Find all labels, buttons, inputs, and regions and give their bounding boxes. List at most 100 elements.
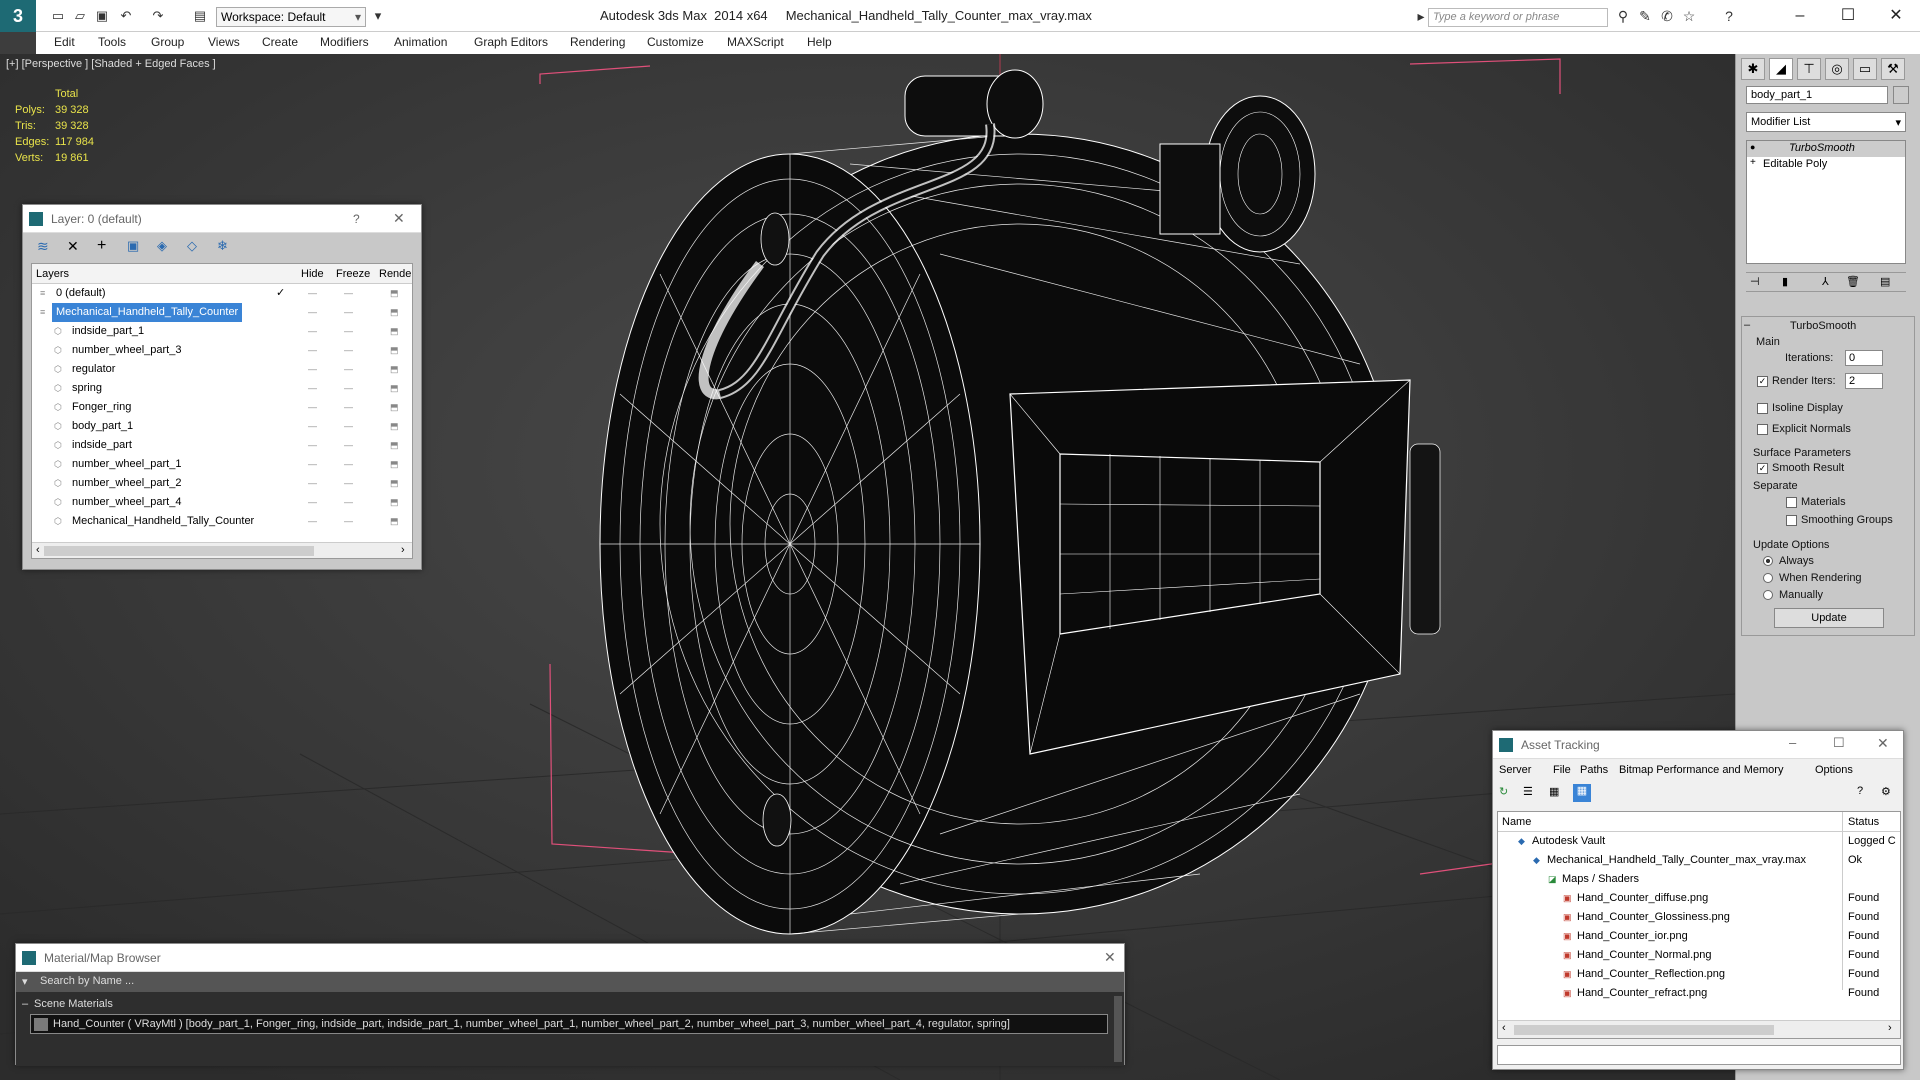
- hide-toggle[interactable]: —: [308, 322, 317, 341]
- layer-row[interactable]: ⬡ body_part_1 — — ⬒: [32, 417, 412, 436]
- expand-icon[interactable]: +: [1750, 157, 1756, 168]
- column-freeze[interactable]: Freeze: [336, 268, 370, 280]
- column-status[interactable]: Status: [1848, 816, 1879, 828]
- render-toggle[interactable]: ⬒: [390, 379, 399, 398]
- layer-name[interactable]: Mechanical_Handheld_Tally_Counter: [52, 303, 243, 322]
- menu-views[interactable]: Views: [208, 35, 240, 49]
- render-toggle[interactable]: ⬒: [390, 493, 399, 512]
- freeze-toggle[interactable]: —: [344, 455, 353, 474]
- render-toggle[interactable]: ⬒: [390, 417, 399, 436]
- menu-options[interactable]: Options: [1815, 764, 1853, 776]
- column-name[interactable]: Name: [1502, 816, 1531, 828]
- asset-row[interactable]: ▣ Hand_Counter_diffuse.png Found: [1498, 889, 1900, 908]
- layer-name[interactable]: Mechanical_Handheld_Tally_Counter: [68, 512, 258, 531]
- modifier-stack[interactable]: ● TurboSmooth + Editable Poly: [1746, 140, 1906, 264]
- maximize-icon[interactable]: ☐: [1833, 735, 1845, 751]
- menu-paths[interactable]: Paths: [1580, 764, 1608, 776]
- render-iters-spinner[interactable]: 2: [1845, 373, 1883, 389]
- asset-row[interactable]: ◆ Mechanical_Handheld_Tally_Counter_max_v…: [1498, 851, 1900, 870]
- render-iters-checkbox[interactable]: ✓: [1757, 376, 1768, 387]
- iterations-spinner[interactable]: 0: [1845, 350, 1883, 366]
- freeze-toggle[interactable]: —: [344, 417, 353, 436]
- options-menu-icon[interactable]: ▾: [22, 975, 28, 988]
- manually-radio[interactable]: [1763, 590, 1773, 600]
- list-view-icon[interactable]: ☰: [1523, 785, 1533, 798]
- freeze-all-icon[interactable]: ❄: [217, 238, 228, 254]
- scroll-left-icon[interactable]: ‹: [36, 544, 40, 556]
- select-objects-icon[interactable]: ▣: [127, 238, 139, 254]
- menu-bitmap-performance[interactable]: Bitmap Performance and Memory: [1619, 764, 1783, 776]
- asset-list[interactable]: Name Status ◆ Autodesk Vault Logged C ◆ Mech…: [1497, 811, 1901, 1039]
- scroll-thumb[interactable]: [1514, 1025, 1774, 1035]
- material-item[interactable]: Hand_Counter ( VRayMtl ) [body_part_1, F…: [30, 1014, 1108, 1034]
- asset-tracking-titlebar[interactable]: Asset Tracking – ☐ ✕: [1493, 731, 1903, 759]
- hierarchy-tab-icon[interactable]: ⊤: [1797, 58, 1821, 80]
- layer-row[interactable]: ⬡ Mechanical_Handheld_Tally_Counter — — ⬒: [32, 512, 412, 531]
- layer-name[interactable]: Fonger_ring: [68, 398, 135, 417]
- new-layer-icon[interactable]: ≋: [37, 238, 49, 255]
- freeze-toggle[interactable]: —: [344, 436, 353, 455]
- material-vscrollbar[interactable]: [1114, 996, 1122, 1062]
- settings-icon[interactable]: ⚙: [1881, 785, 1891, 798]
- save-icon[interactable]: ▣: [94, 8, 110, 24]
- stack-item-turbosmooth[interactable]: ● TurboSmooth: [1747, 141, 1905, 157]
- maximize-icon[interactable]: ☐: [1828, 4, 1868, 28]
- hide-toggle[interactable]: —: [308, 379, 317, 398]
- freeze-toggle[interactable]: —: [344, 398, 353, 417]
- smooth-result-checkbox[interactable]: ✓: [1757, 463, 1768, 474]
- menu-file[interactable]: File: [1553, 764, 1571, 776]
- binoculars-icon[interactable]: ⚲: [1614, 8, 1632, 26]
- layer-row[interactable]: ⬡ indside_part — — ⬒: [32, 436, 412, 455]
- close-icon[interactable]: ✕: [1876, 4, 1916, 28]
- current-layer-check-icon[interactable]: ✓: [276, 284, 285, 303]
- asset-row[interactable]: ▣ Hand_Counter_Reflection.png Found: [1498, 965, 1900, 984]
- layer-name[interactable]: indside_part_1: [68, 322, 148, 341]
- freeze-toggle[interactable]: —: [344, 303, 353, 322]
- scroll-thumb[interactable]: [44, 546, 314, 556]
- layer-row[interactable]: ≡ 0 (default) ✓ — — ⬒: [32, 284, 412, 303]
- freeze-toggle[interactable]: —: [344, 379, 353, 398]
- menu-rendering[interactable]: Rendering: [570, 35, 625, 49]
- help-icon[interactable]: ?: [353, 212, 360, 226]
- layer-row[interactable]: ⬡ number_wheel_part_3 — — ⬒: [32, 341, 412, 360]
- layer-name[interactable]: indside_part: [68, 436, 136, 455]
- render-toggle[interactable]: ⬒: [390, 284, 399, 303]
- render-toggle[interactable]: ⬒: [390, 303, 399, 322]
- update-button[interactable]: Update: [1774, 608, 1884, 628]
- menu-modifiers[interactable]: Modifiers: [320, 35, 369, 49]
- hide-toggle[interactable]: —: [308, 360, 317, 379]
- asset-row[interactable]: ▣ Hand_Counter_Glossiness.png Found: [1498, 908, 1900, 927]
- render-toggle[interactable]: ⬒: [390, 512, 399, 531]
- menu-customize[interactable]: Customize: [647, 35, 704, 49]
- rollout-title[interactable]: TurboSmooth: [1790, 320, 1856, 332]
- menu-animation[interactable]: Animation: [394, 35, 447, 49]
- highlight-layer-icon[interactable]: ◈: [157, 238, 167, 254]
- hide-toggle[interactable]: —: [308, 303, 317, 322]
- add-to-layer-icon[interactable]: +: [97, 237, 106, 255]
- layer-row[interactable]: ≡ Mechanical_Handheld_Tally_Counter — — ⬒: [32, 303, 412, 322]
- freeze-toggle[interactable]: —: [344, 360, 353, 379]
- asset-row[interactable]: ◪ Maps / Shaders: [1498, 870, 1900, 889]
- scroll-right-icon[interactable]: ›: [401, 544, 405, 556]
- communication-icon[interactable]: ✆: [1658, 8, 1676, 26]
- app-logo-icon[interactable]: 3: [0, 0, 36, 32]
- hide-toggle[interactable]: —: [308, 417, 317, 436]
- hide-all-icon[interactable]: ◇: [187, 238, 197, 254]
- hide-toggle[interactable]: —: [308, 455, 317, 474]
- layer-name[interactable]: 0 (default): [52, 284, 110, 303]
- undo-icon[interactable]: ↶: [118, 8, 134, 24]
- menu-help[interactable]: Help: [807, 35, 832, 49]
- favorites-star-icon[interactable]: ☆: [1680, 8, 1698, 26]
- search-input[interactable]: Type a keyword or phrase: [1428, 8, 1608, 27]
- grid-view-icon[interactable]: ▦: [1573, 784, 1591, 802]
- render-toggle[interactable]: ⬒: [390, 322, 399, 341]
- lightbulb-icon[interactable]: ●: [1750, 142, 1755, 152]
- delete-layer-icon[interactable]: ✕: [67, 238, 79, 255]
- layer-row[interactable]: ⬡ spring — — ⬒: [32, 379, 412, 398]
- column-hide[interactable]: Hide: [301, 268, 324, 280]
- hide-toggle[interactable]: —: [308, 341, 317, 360]
- asset-row[interactable]: ▣ Hand_Counter_Normal.png Found: [1498, 946, 1900, 965]
- menu-group[interactable]: Group: [151, 35, 184, 49]
- freeze-toggle[interactable]: —: [344, 493, 353, 512]
- explicit-normals-checkbox[interactable]: [1757, 424, 1768, 435]
